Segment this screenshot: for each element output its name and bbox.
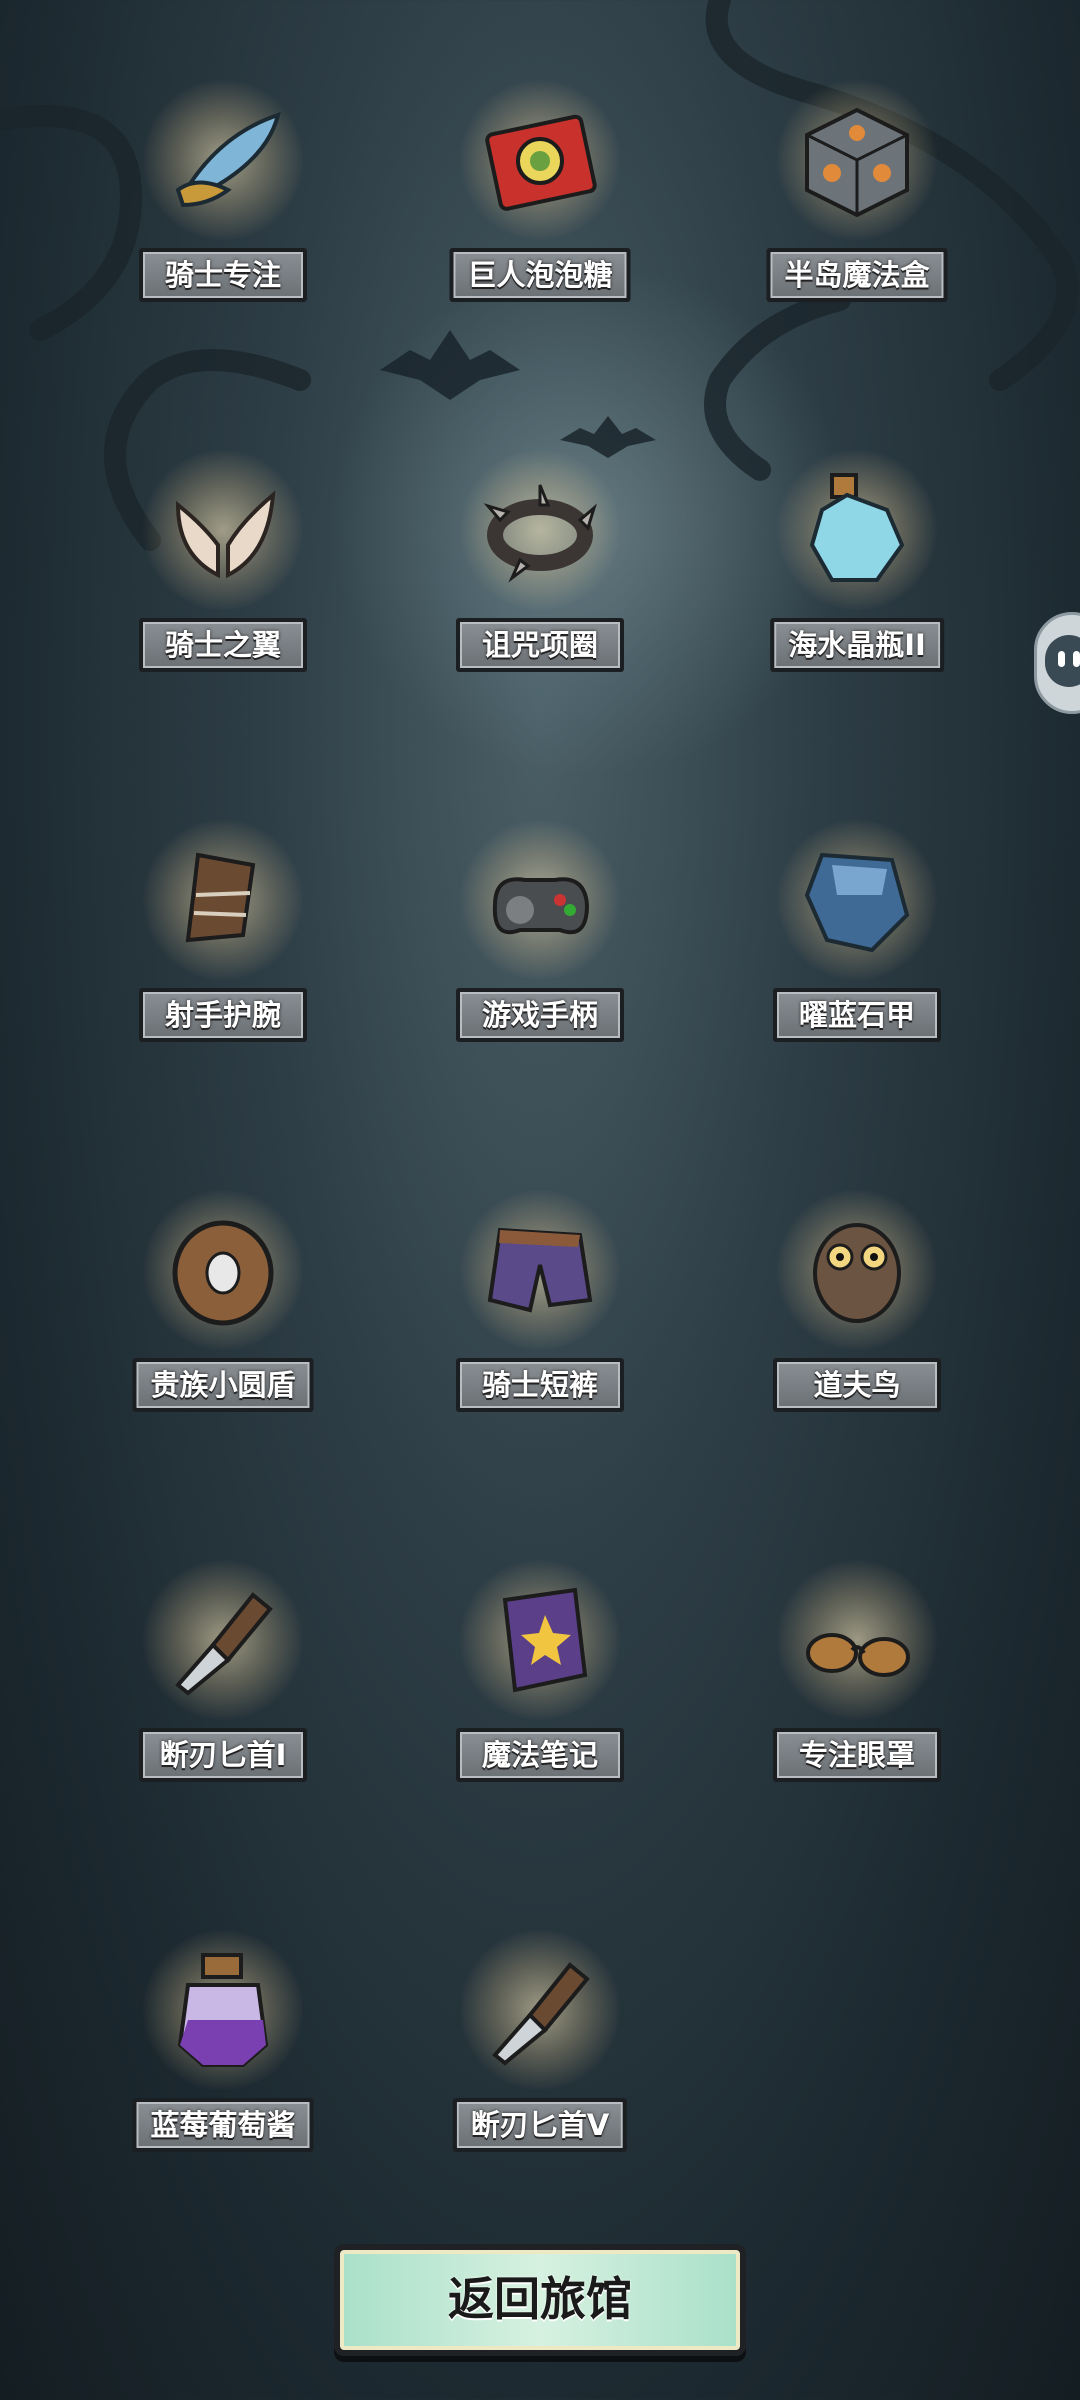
return-to-inn-button[interactable]: 返回旅馆 bbox=[334, 2244, 746, 2356]
item-label: 射手护腕 bbox=[139, 988, 307, 1042]
item-label: 海水晶瓶II bbox=[770, 618, 944, 672]
item-card[interactable]: 道夫鸟 bbox=[707, 1170, 1007, 1420]
item-label: 骑士专注 bbox=[139, 248, 307, 302]
item-card[interactable]: 骑士之翼 bbox=[73, 430, 373, 680]
item-card[interactable]: 射手护腕 bbox=[73, 800, 373, 1050]
magic-cube-icon bbox=[792, 95, 922, 225]
eye bbox=[1058, 651, 1065, 667]
item-card[interactable]: 断刃匕首V bbox=[390, 1910, 690, 2160]
item-card[interactable]: 蓝莓葡萄酱 bbox=[73, 1910, 373, 2160]
item-label: 半岛魔法盒 bbox=[766, 248, 948, 302]
item-card[interactable]: 专注眼罩 bbox=[707, 1540, 1007, 1790]
item-card[interactable]: 诅咒项圈 bbox=[390, 430, 690, 680]
magic-book-icon bbox=[475, 1575, 605, 1705]
item-label: 断刃匕首V bbox=[452, 2098, 628, 2152]
blue-armor-icon bbox=[792, 835, 922, 965]
spiked-collar-icon bbox=[475, 465, 605, 595]
wings-icon bbox=[158, 465, 288, 595]
floating-assistant-button[interactable] bbox=[1034, 612, 1080, 714]
item-label: 蓝莓葡萄酱 bbox=[132, 2098, 314, 2152]
item-card[interactable]: 贵族小圆盾 bbox=[73, 1170, 373, 1420]
gamepad-icon bbox=[475, 835, 605, 965]
item-card[interactable]: 半岛魔法盒 bbox=[707, 60, 1007, 310]
item-label: 魔法笔记 bbox=[456, 1728, 624, 1782]
item-label: 道夫鸟 bbox=[773, 1358, 941, 1412]
assistant-face-icon bbox=[1045, 635, 1080, 687]
item-label: 专注眼罩 bbox=[773, 1728, 941, 1782]
owl-icon bbox=[792, 1205, 922, 1335]
item-label: 巨人泡泡糖 bbox=[449, 248, 631, 302]
round-shield-icon bbox=[158, 1205, 288, 1335]
item-label: 骑士短裤 bbox=[456, 1358, 624, 1412]
item-grid: 骑士专注 巨人泡泡糖 半岛魔法盒 骑士之翼 诅咒项圈 海水晶瓶II 射手护腕 游… bbox=[0, 0, 1080, 2400]
feather-brooch-icon bbox=[158, 95, 288, 225]
bracer-icon bbox=[158, 835, 288, 965]
item-label: 诅咒项圈 bbox=[456, 618, 624, 672]
broken-dagger-icon bbox=[475, 1945, 605, 2075]
item-card[interactable]: 骑士专注 bbox=[73, 60, 373, 310]
item-card[interactable]: 骑士短裤 bbox=[390, 1170, 690, 1420]
eye-mask-icon bbox=[792, 1575, 922, 1705]
item-label: 贵族小圆盾 bbox=[132, 1358, 314, 1412]
broken-dagger-icon bbox=[158, 1575, 288, 1705]
item-card[interactable]: 海水晶瓶II bbox=[707, 430, 1007, 680]
crystal-bottle-icon bbox=[792, 465, 922, 595]
item-card[interactable]: 魔法笔记 bbox=[390, 1540, 690, 1790]
eye bbox=[1073, 651, 1080, 667]
item-label: 断刃匕首I bbox=[139, 1728, 307, 1782]
item-card[interactable]: 游戏手柄 bbox=[390, 800, 690, 1050]
jam-jar-icon bbox=[158, 1945, 288, 2075]
item-card[interactable]: 曜蓝石甲 bbox=[707, 800, 1007, 1050]
item-card[interactable]: 断刃匕首I bbox=[73, 1540, 373, 1790]
knight-shorts-icon bbox=[475, 1205, 605, 1335]
bubblegum-pack-icon bbox=[475, 95, 605, 225]
item-label: 游戏手柄 bbox=[456, 988, 624, 1042]
item-label: 曜蓝石甲 bbox=[773, 988, 941, 1042]
item-label: 骑士之翼 bbox=[139, 618, 307, 672]
item-card[interactable]: 巨人泡泡糖 bbox=[390, 60, 690, 310]
